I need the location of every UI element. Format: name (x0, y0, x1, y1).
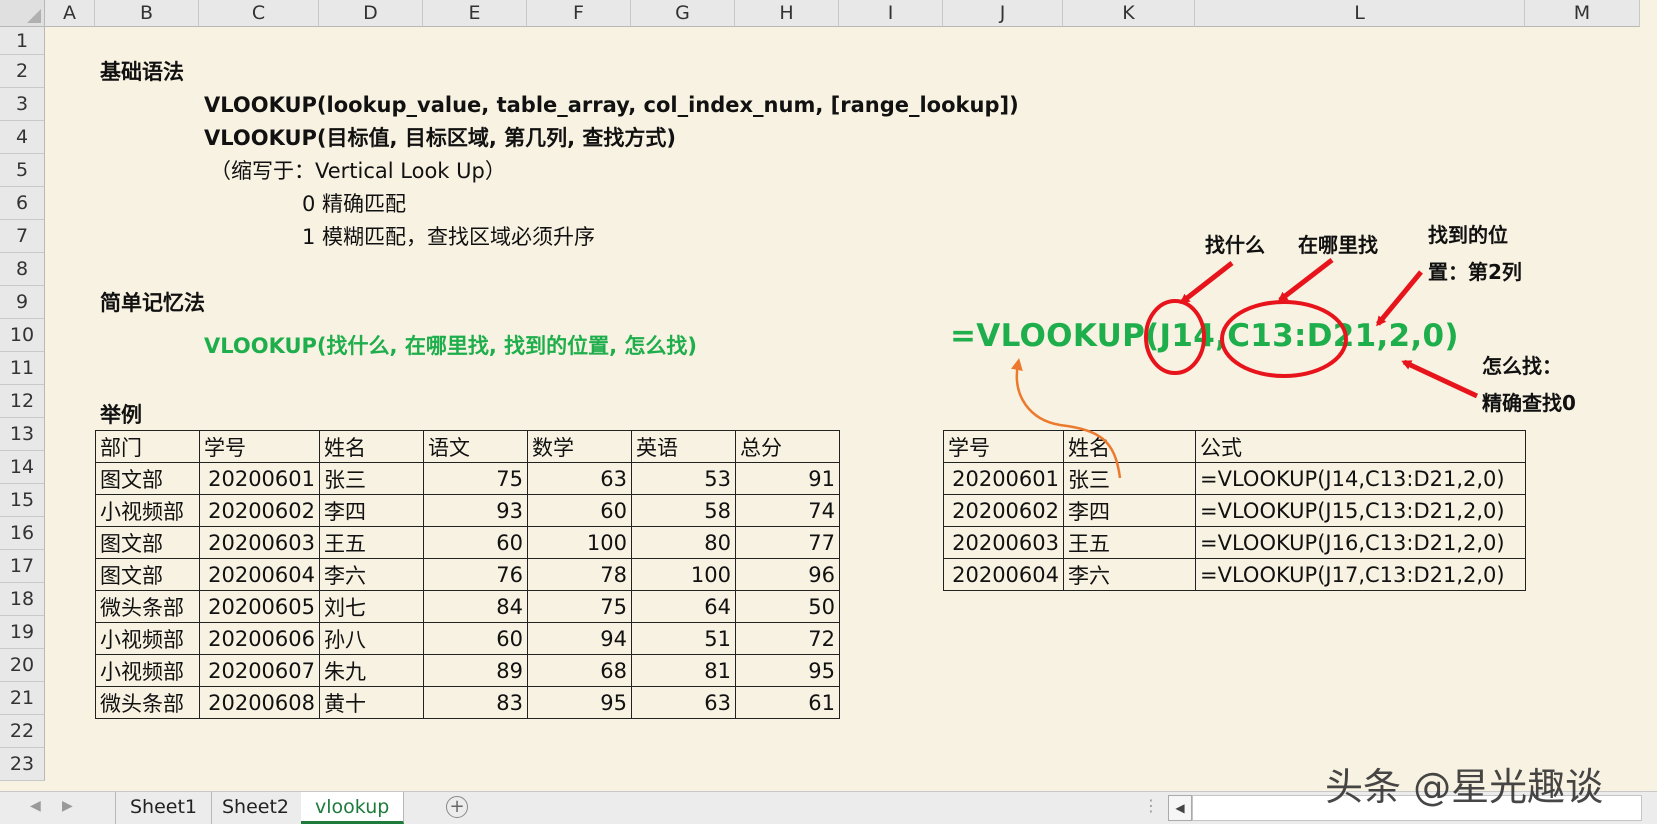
more-options-icon[interactable]: ⋮ (1143, 796, 1159, 815)
circle-table-array (1220, 300, 1348, 378)
watermark: 头条 @星光趣谈 (1325, 765, 1604, 809)
arrow-reference (1011, 358, 1122, 479)
arrow-how (1401, 359, 1479, 399)
tab-sheet1[interactable]: Sheet1 (115, 792, 213, 824)
prev-sheet-icon[interactable]: ◀ (30, 798, 41, 814)
next-sheet-icon[interactable]: ▶ (62, 798, 73, 814)
circle-lookup-value (1144, 299, 1206, 375)
add-sheet-icon[interactable]: + (446, 796, 468, 818)
tab-vlookup[interactable]: vlookup (301, 792, 405, 824)
spreadsheet-grid[interactable]: ABCDEFGHIJKLM 1 2 3 4 5 6 7 8 9 10 11 12 13 14 15 16 17 1… (0, 0, 1657, 791)
arrow-position (1376, 270, 1423, 327)
annotation-overlay (1011, 258, 1479, 479)
arrow-where (1277, 258, 1334, 302)
scroll-left-icon[interactable]: ◀ (1168, 795, 1192, 821)
arrow-what (1179, 261, 1234, 304)
tab-sheet2[interactable]: Sheet2 (208, 792, 305, 824)
